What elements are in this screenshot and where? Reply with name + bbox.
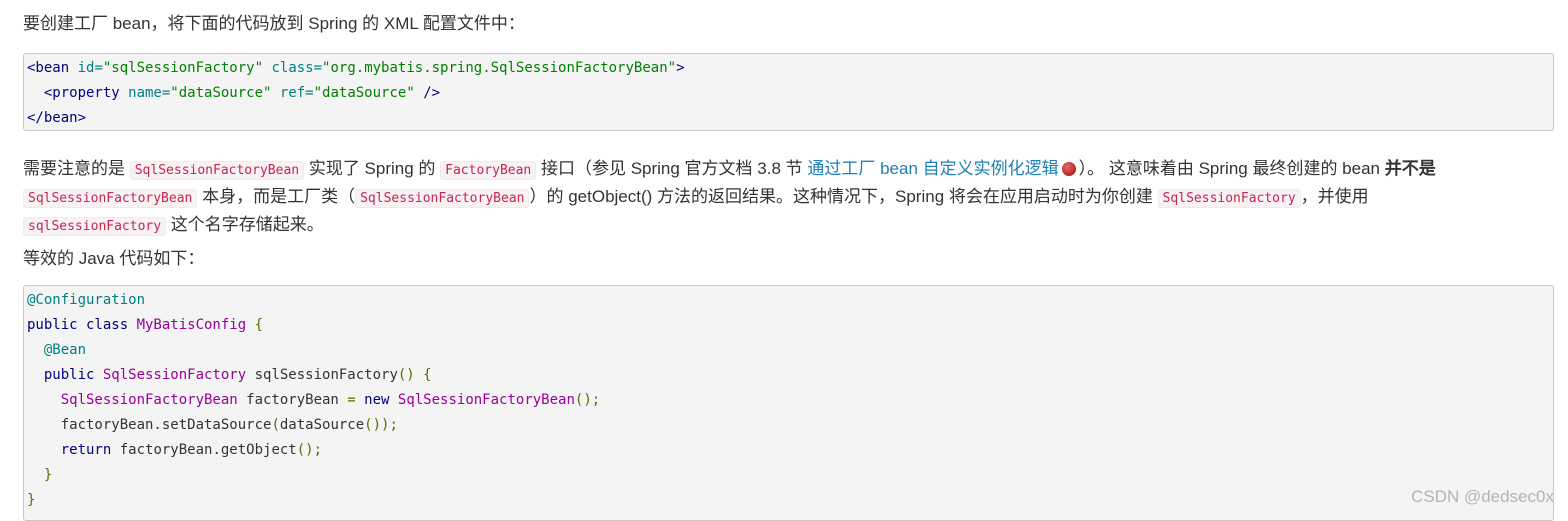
- java-line-5: SqlSessionFactoryBean factoryBean = new …: [27, 392, 601, 408]
- intro-paragraph: 要创建工厂 bean，将下面的代码放到 Spring 的 XML 配置文件中：: [23, 14, 525, 33]
- xml-code-block: <bean id="sqlSessionFactory" class="org.…: [23, 53, 1554, 131]
- csdn-watermark: CSDN @dedsec0x: [1411, 487, 1554, 506]
- docs-link[interactable]: 通过工厂 bean 自定义实例化逻辑: [807, 159, 1058, 178]
- external-link-icon: [1061, 162, 1076, 176]
- inline-code: SqlSessionFactoryBean: [355, 189, 530, 208]
- inline-code: SqlSessionFactoryBean: [129, 161, 305, 180]
- java-line-8: }: [27, 467, 53, 483]
- xml-line-2: <property name="dataSource" ref="dataSou…: [43, 85, 441, 101]
- java-line-1: @Configuration: [27, 292, 146, 308]
- inline-code: SqlSessionFactoryBean: [23, 189, 198, 208]
- inline-code: FactoryBean: [440, 161, 537, 180]
- xml-line-1: <bean id="sqlSessionFactory" class="org.…: [27, 60, 685, 76]
- java-line-9: }: [27, 492, 36, 508]
- java-intro-paragraph: 等效的 Java 代码如下：: [23, 249, 205, 268]
- java-line-3: @Bean: [27, 342, 87, 358]
- java-line-4: public SqlSessionFactory sqlSessionFacto…: [27, 367, 432, 383]
- bold-text: 并不是: [1384, 159, 1436, 178]
- java-code-block: @Configuration public class MyBatisConfig…: [23, 285, 1554, 521]
- java-line-7: return factoryBean.getObject();: [27, 442, 323, 458]
- java-line-6: factoryBean.setDataSource(dataSource());: [27, 417, 398, 433]
- inline-code: sqlSessionFactory: [23, 217, 167, 236]
- java-line-2: public class MyBatisConfig {: [27, 317, 264, 333]
- inline-code: SqlSessionFactory: [1157, 189, 1301, 208]
- xml-line-3: </bean>: [27, 110, 87, 126]
- explanation-paragraph: 需要注意的是 SqlSessionFactoryBean 实现了 Spring …: [23, 159, 1436, 236]
